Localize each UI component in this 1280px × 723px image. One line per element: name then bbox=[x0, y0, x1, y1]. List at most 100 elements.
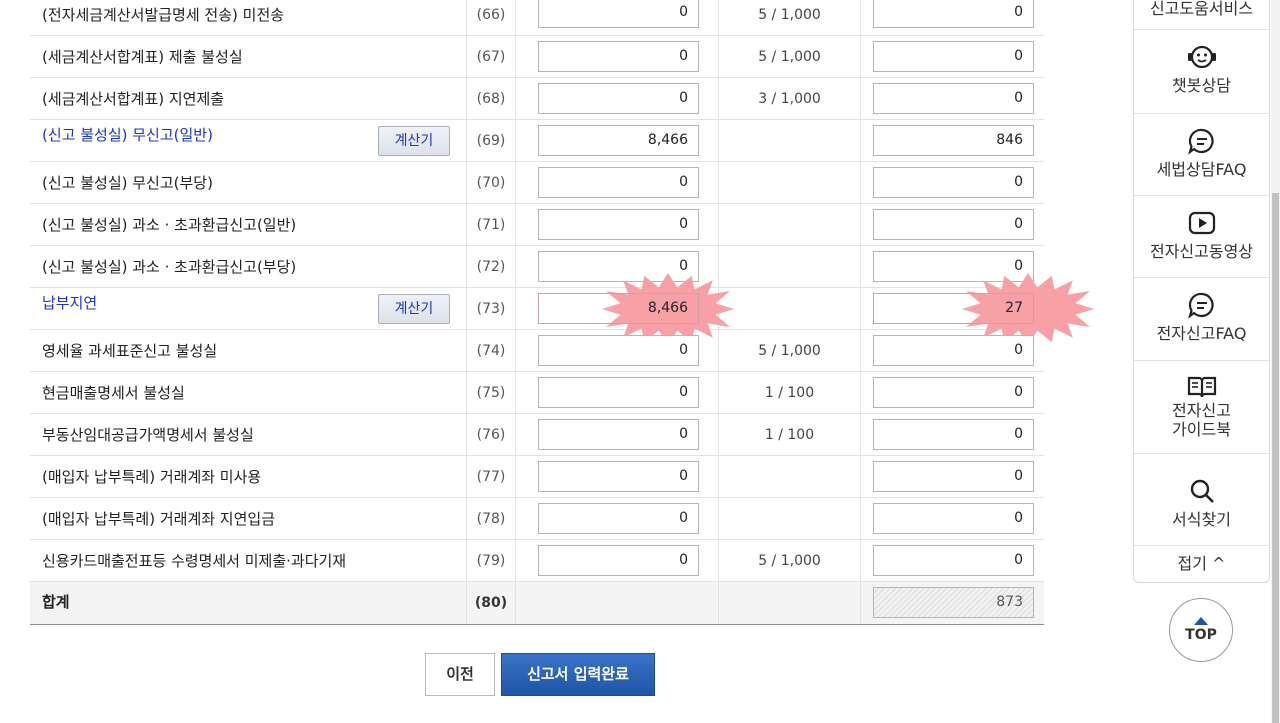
row-code: (78) bbox=[466, 498, 516, 539]
row-label: (세금계산서합계표) 지연제출 bbox=[42, 90, 225, 108]
row-code: (66) bbox=[466, 0, 516, 35]
table-row: 부동산임대공급가액명세서 불성실 (76) 0 1 / 100 0 bbox=[30, 414, 1044, 456]
sidebar-item-label: 챗봇상담 bbox=[1172, 76, 1231, 95]
amount-input[interactable]: 0 bbox=[538, 41, 699, 72]
table-row: 영세율 과세표준신고 불성실 (74) 0 5 / 1,000 0 bbox=[30, 330, 1044, 372]
sidebar-item-label: 전자신고 bbox=[1172, 401, 1231, 420]
penalty-table: (전자세금계산서발급명세 전송) 미전송 (66) 0 5 / 1,000 0 … bbox=[30, 0, 1094, 625]
sidebar-item-label: 전자신고FAQ bbox=[1156, 324, 1247, 343]
amount-input[interactable]: 0 bbox=[538, 335, 699, 366]
amount-input[interactable]: 0 bbox=[538, 83, 699, 114]
sidebar-item-efiling-faq[interactable]: 전자신고FAQ bbox=[1134, 278, 1269, 361]
sidebar-item-label: 전자신고동영상 bbox=[1149, 242, 1254, 261]
row-code: (77) bbox=[466, 456, 516, 497]
scroll-top-button[interactable]: TOP bbox=[1169, 598, 1233, 662]
amount-input[interactable]: 8,466 bbox=[538, 125, 699, 156]
row-label: (세금계산서합계표) 제출 불성실 bbox=[42, 48, 243, 66]
collapse-button[interactable]: 접기 ^ bbox=[1134, 546, 1269, 582]
amount-input[interactable]: 0 bbox=[538, 0, 699, 28]
table-row: 신용카드매출전표등 수령명세서 미제출·과다기재 (79) 0 5 / 1,00… bbox=[30, 540, 1044, 582]
arrow-up-icon bbox=[1194, 617, 1208, 625]
rate-text: 1 / 100 bbox=[719, 372, 861, 413]
row-code: (79) bbox=[466, 540, 516, 581]
table-row: (매입자 납부특례) 거래계좌 지연입금 (78) 0 0 bbox=[30, 498, 1044, 540]
scrollbar-thumb[interactable] bbox=[1272, 193, 1279, 723]
row-code: (68) bbox=[466, 78, 516, 119]
sidebar-item-guidebook[interactable]: 전자신고 가이드북 bbox=[1134, 361, 1269, 454]
row-code: (75) bbox=[466, 372, 516, 413]
row-label: 현금매출명세서 불성실 bbox=[42, 384, 185, 402]
amount-input[interactable]: 0 bbox=[538, 461, 699, 492]
penalty-input[interactable]: 0 bbox=[873, 251, 1034, 282]
sidebar-item-form-search[interactable]: 서식찾기 bbox=[1134, 454, 1269, 546]
amount-input[interactable]: 8,466 bbox=[538, 293, 699, 324]
table-row: (신고 불성실) 무신고(일반) 계산기 (69) 8,466 846 bbox=[30, 120, 1044, 162]
search-icon bbox=[1190, 479, 1214, 503]
row-code: (80) bbox=[466, 582, 516, 624]
sidebar-item-tax-faq[interactable]: 세법상담FAQ bbox=[1134, 114, 1269, 196]
penalty-input[interactable]: 0 bbox=[873, 41, 1034, 72]
amount-input[interactable]: 0 bbox=[538, 503, 699, 534]
submit-complete-button[interactable]: 신고서 입력완료 bbox=[501, 653, 655, 696]
rate-text bbox=[719, 498, 861, 539]
sidebar-item-label-line2: 가이드북 bbox=[1172, 420, 1231, 439]
faq-chat-icon bbox=[1187, 292, 1214, 319]
table-row: (세금계산서합계표) 제출 불성실 (67) 0 5 / 1,000 0 bbox=[30, 36, 1044, 78]
amount-input[interactable]: 0 bbox=[538, 209, 699, 240]
help-sidebar: 신고도움서비스 챗봇상담 세법상담FAQ 전자신고동영상 전자신고FAQ 전자신… bbox=[1133, 0, 1270, 583]
row-code: (69) bbox=[466, 120, 516, 161]
amount-input[interactable]: 0 bbox=[538, 419, 699, 450]
rate-text: 5 / 1,000 bbox=[719, 36, 861, 77]
table-row: (전자세금계산서발급명세 전송) 미전송 (66) 0 5 / 1,000 0 bbox=[30, 0, 1044, 36]
rate-text: 1 / 100 bbox=[719, 414, 861, 455]
amount-input[interactable]: 0 bbox=[538, 251, 699, 282]
row-code: (73) bbox=[466, 288, 516, 329]
rate-text bbox=[719, 288, 861, 329]
row-label: (신고 불성실) 과소 · 초과환급신고(일반) bbox=[42, 216, 297, 234]
penalty-input[interactable]: 0 bbox=[873, 0, 1034, 28]
rate-text bbox=[719, 120, 861, 161]
table-row: (신고 불성실) 과소 · 초과환급신고(일반) (71) 0 0 bbox=[30, 204, 1044, 246]
table-row: (매입자 납부특례) 거래계좌 미사용 (77) 0 0 bbox=[30, 456, 1044, 498]
penalty-input[interactable]: 0 bbox=[873, 545, 1034, 576]
penalty-input[interactable]: 0 bbox=[873, 83, 1034, 114]
row-label: (매입자 납부특례) 거래계좌 지연입금 bbox=[42, 510, 276, 528]
penalty-input[interactable]: 0 bbox=[873, 209, 1034, 240]
chatbot-icon bbox=[1187, 45, 1216, 69]
book-icon bbox=[1187, 376, 1216, 398]
penalty-input[interactable]: 0 bbox=[873, 335, 1034, 366]
penalty-input[interactable]: 0 bbox=[873, 377, 1034, 408]
sidebar-item-label: 신고도움서비스 bbox=[1149, 0, 1254, 18]
top-label: TOP bbox=[1185, 627, 1217, 643]
amount-input[interactable]: 0 bbox=[538, 167, 699, 198]
penalty-input[interactable]: 0 bbox=[873, 419, 1034, 450]
rate-text: 5 / 1,000 bbox=[719, 330, 861, 371]
row-label: (전자세금계산서발급명세 전송) 미전송 bbox=[42, 6, 285, 24]
amount-input[interactable]: 0 bbox=[538, 377, 699, 408]
total-row: 합계 (80) 873 bbox=[30, 582, 1044, 624]
table-row: (신고 불성실) 무신고(부당) (70) 0 0 bbox=[30, 162, 1044, 204]
rate-text bbox=[719, 162, 861, 203]
calculator-button[interactable]: 계산기 bbox=[378, 126, 450, 156]
penalty-input[interactable]: 0 bbox=[873, 461, 1034, 492]
calculator-button[interactable]: 계산기 bbox=[378, 294, 450, 324]
prev-button[interactable]: 이전 bbox=[425, 653, 495, 696]
sidebar-item-label: 서식찾기 bbox=[1172, 510, 1231, 529]
penalty-input[interactable]: 0 bbox=[873, 167, 1034, 198]
rate-text bbox=[719, 204, 861, 245]
rate-text bbox=[719, 456, 861, 497]
row-code: (67) bbox=[466, 36, 516, 77]
rate-text bbox=[719, 246, 861, 287]
sidebar-item-label: 세법상담FAQ bbox=[1156, 160, 1247, 179]
amount-input[interactable]: 0 bbox=[538, 545, 699, 576]
sidebar-item-chatbot[interactable]: 챗봇상담 bbox=[1134, 30, 1269, 114]
penalty-input[interactable]: 0 bbox=[873, 503, 1034, 534]
row-label: 부동산임대공급가액명세서 불성실 bbox=[42, 426, 254, 444]
sidebar-item-video[interactable]: 전자신고동영상 bbox=[1134, 196, 1269, 278]
sidebar-item-help-service[interactable]: 신고도움서비스 bbox=[1134, 0, 1269, 30]
row-code: (70) bbox=[466, 162, 516, 203]
penalty-input[interactable]: 846 bbox=[873, 125, 1034, 156]
row-code: (72) bbox=[466, 246, 516, 287]
row-label: 영세율 과세표준신고 불성실 bbox=[42, 342, 218, 360]
penalty-input[interactable]: 27 bbox=[873, 293, 1034, 324]
